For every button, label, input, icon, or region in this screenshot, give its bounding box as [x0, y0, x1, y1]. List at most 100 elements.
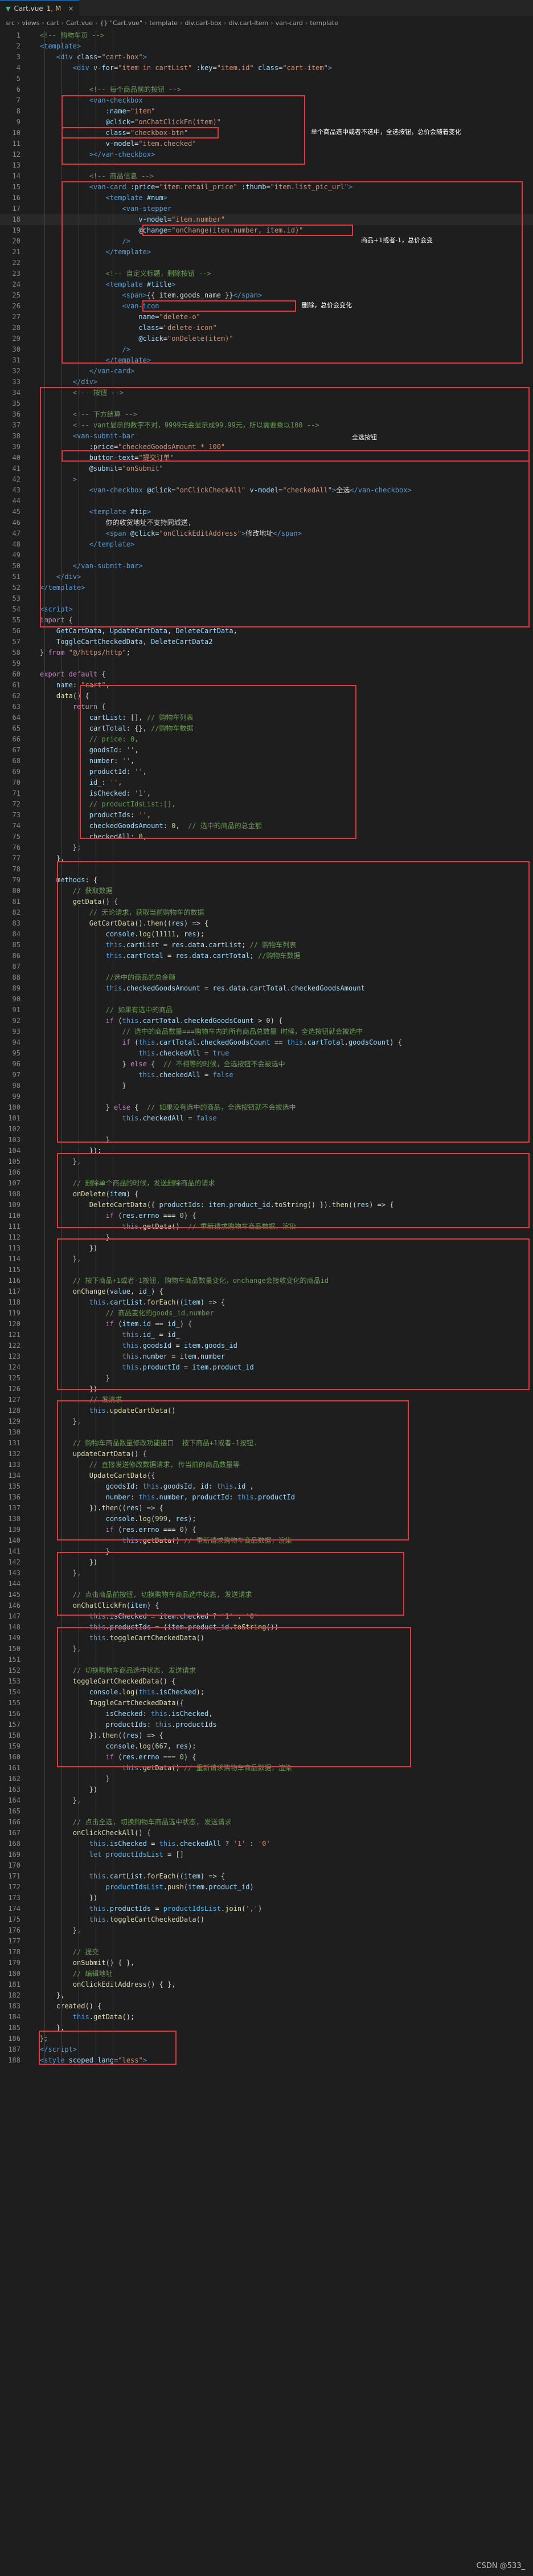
code-line[interactable]: 119 // 商品变化的goods_id,number — [0, 1308, 533, 1319]
code-line[interactable]: 133 // 直接发送修改数据请求, 传当前的商品数量等 — [0, 1460, 533, 1470]
breadcrumb-item[interactable]: src — [6, 19, 15, 27]
tab-cart-vue[interactable]: ▼ Cart.vue 1, M × — [0, 0, 80, 17]
code-line[interactable]: 12 ></van-checkbox> — [0, 149, 533, 160]
code-line[interactable]: 28 class="delete-icon" — [0, 323, 533, 333]
code-line[interactable]: 127 // 发请求 — [0, 1395, 533, 1405]
code-line[interactable]: 125 } — [0, 1373, 533, 1384]
code-line[interactable]: 179 onSubmit() { }, — [0, 1958, 533, 1968]
code-line[interactable]: 149 this.toggleCartCheckedData() — [0, 1633, 533, 1644]
code-line[interactable]: 182 }, — [0, 1990, 533, 2001]
code-line[interactable]: 42 > — [0, 474, 533, 485]
code-line[interactable]: 20 /> — [0, 236, 533, 247]
code-line[interactable]: 137 }).then((res) => { — [0, 1503, 533, 1514]
code-line[interactable]: 86 this.cartTotal = res.data.cartTotal; … — [0, 951, 533, 961]
code-line[interactable]: 5 — [0, 74, 533, 84]
code-line[interactable]: 169 let productIdsList = [] — [0, 1849, 533, 1860]
code-line[interactable]: 170 — [0, 1860, 533, 1871]
code-line[interactable]: 26 <van-icon — [0, 301, 533, 312]
code-line[interactable]: 45 <template #tip> — [0, 507, 533, 517]
code-line[interactable]: 101 this.checkedAll = false — [0, 1113, 533, 1124]
code-line[interactable]: 52 </template> — [0, 582, 533, 593]
code-line[interactable]: 94 if (this.cartTotal.checkedGoodsCount … — [0, 1037, 533, 1048]
code-line[interactable]: 129 }, — [0, 1416, 533, 1427]
code-line[interactable]: 102 — [0, 1124, 533, 1135]
code-line[interactable]: 32 </van-card> — [0, 366, 533, 377]
code-line[interactable]: 185 }, — [0, 2023, 533, 2033]
code-line[interactable]: 186}; — [0, 2033, 533, 2044]
code-line[interactable]: 55 import { — [0, 615, 533, 626]
code-line[interactable]: 151 — [0, 1654, 533, 1665]
code-line[interactable]: 168 this.isChecked = this.checkedAll ? '… — [0, 1839, 533, 1849]
code-line[interactable]: 23 <!-- 自定义标题，删除按钮 --> — [0, 268, 533, 279]
code-line[interactable]: 146 onChatClickFn(item) { — [0, 1600, 533, 1611]
code-line[interactable]: 103 } — [0, 1135, 533, 1146]
code-line[interactable]: 59 — [0, 658, 533, 669]
code-line[interactable]: 38 <van-submit-bar — [0, 431, 533, 442]
code-line[interactable]: 174 this.productIds = productIdsList.joi… — [0, 1904, 533, 1914]
code-line[interactable]: 76 }; — [0, 842, 533, 853]
code-line[interactable]: 66 // price: 0, — [0, 734, 533, 745]
code-line[interactable]: 62 data() { — [0, 691, 533, 702]
code-line[interactable]: 3 <div class="cart-box"> — [0, 52, 533, 63]
code-line[interactable]: 111 this.getData() // 重新请求购物车商品数据，渲染 — [0, 1221, 533, 1232]
code-line[interactable]: 95 this.checkedAll = true — [0, 1048, 533, 1059]
breadcrumb-item[interactable]: div.cart-item — [229, 19, 269, 27]
code-line[interactable]: 14 <!-- 商品信息 --> — [0, 171, 533, 182]
code-line[interactable]: 27 name="delete-o" — [0, 312, 533, 323]
code-line[interactable]: 2 <template> — [0, 41, 533, 52]
code-line[interactable]: 116 // 按下商品+1或者-1按钮, 购物车商品数量变化，onchange会… — [0, 1275, 533, 1286]
code-line[interactable]: 141 } — [0, 1546, 533, 1557]
code-line[interactable]: 31 </template> — [0, 355, 533, 366]
code-line[interactable]: 37 <!-- vant显示的数字不对，9999元会显示成99.99元，所以需要… — [0, 420, 533, 431]
code-line[interactable]: 53 — [0, 593, 533, 604]
code-line[interactable]: 17 <van-stepper — [0, 203, 533, 214]
code-line[interactable]: 105 }, — [0, 1156, 533, 1167]
code-line[interactable]: 22 — [0, 258, 533, 268]
code-line[interactable]: 63 return { — [0, 702, 533, 712]
code-line[interactable]: 110 if (res.errno === 0) { — [0, 1210, 533, 1221]
code-line[interactable]: 1 <!-- 购物车页 --> — [0, 30, 533, 41]
code-line[interactable]: 67 goodsId: '', — [0, 745, 533, 756]
code-line[interactable]: 70 id_: '', — [0, 777, 533, 788]
code-line[interactable]: 147 this.isChecked = item.checked ? '1' … — [0, 1611, 533, 1622]
code-line[interactable]: 104 }); — [0, 1146, 533, 1156]
code-line[interactable]: 50 </van-submit-bar> — [0, 561, 533, 572]
code-line[interactable]: 159 console.log(667, res); — [0, 1741, 533, 1752]
code-line[interactable]: 60 export default { — [0, 669, 533, 680]
breadcrumb-item[interactable]: template — [149, 19, 178, 27]
code-line[interactable]: 106 — [0, 1167, 533, 1178]
code-line[interactable]: 155 ToggleCartCheckedData({ — [0, 1698, 533, 1709]
code-editor[interactable]: 1 <!-- 购物车页 --> 2 <template> 3 <div class="c… — [0, 30, 533, 2576]
code-line[interactable]: 65 cartTotal: {}, //购物车数据 — [0, 723, 533, 734]
code-line[interactable]: 172 productIdsList.push(item.product_id) — [0, 1882, 533, 1893]
code-line[interactable]: 152 // 切换购物车商品选中状态, 发送请求 — [0, 1665, 533, 1676]
breadcrumb-item[interactable]: {} "Cart.vue" — [100, 19, 142, 27]
code-line[interactable]: 25 <span>{{ item.goods_name }}</span> — [0, 290, 533, 301]
code-line[interactable]: 13 — [0, 160, 533, 171]
code-line[interactable]: 160 if (res.errno === 0) { — [0, 1752, 533, 1763]
code-line[interactable]: 126 }) — [0, 1384, 533, 1395]
code-line[interactable]: 51 </div> — [0, 572, 533, 582]
code-line[interactable]: 41 @submit="onSubmit" — [0, 463, 533, 474]
code-line[interactable]: 61 name: "cart", — [0, 680, 533, 691]
code-line[interactable]: 6 <!-- 每个商品前的按钮 --> — [0, 84, 533, 95]
code-line[interactable]: 98 } — [0, 1081, 533, 1091]
breadcrumb-item[interactable]: Cart.vue — [66, 19, 93, 27]
code-line[interactable]: 121 this.id_ = id_ — [0, 1330, 533, 1340]
code-line[interactable]: 88 //选中的商品的总金额 — [0, 972, 533, 983]
code-line[interactable]: 58} from "@/https/http"; — [0, 647, 533, 658]
code-line[interactable]: 114 }, — [0, 1254, 533, 1265]
code-line[interactable]: 153 toggleCartCheckedData() { — [0, 1676, 533, 1687]
code-line[interactable]: 82 // 无论请求，获取当前购物车的数据 — [0, 907, 533, 918]
code-line[interactable]: 18 v-model="item.number" — [0, 214, 533, 225]
code-line[interactable]: 8 :name="item" — [0, 106, 533, 117]
code-line[interactable]: 142 }) — [0, 1557, 533, 1568]
code-line[interactable]: 165 — [0, 1806, 533, 1817]
code-line[interactable]: 40 button-text="提交订单" — [0, 453, 533, 463]
code-line[interactable]: 39 :price="checkedGoodsAmount * 100" — [0, 442, 533, 453]
code-line[interactable]: 100 } else { // 如果没有选中的商品，全选按钮就不会被选中 — [0, 1102, 533, 1113]
code-line[interactable]: 16 <template #num> — [0, 193, 533, 203]
code-line[interactable]: 122 this.goodsId = item.goods_id — [0, 1340, 533, 1351]
code-line[interactable]: 177 — [0, 1936, 533, 1947]
code-line[interactable]: 33 </div> — [0, 377, 533, 388]
